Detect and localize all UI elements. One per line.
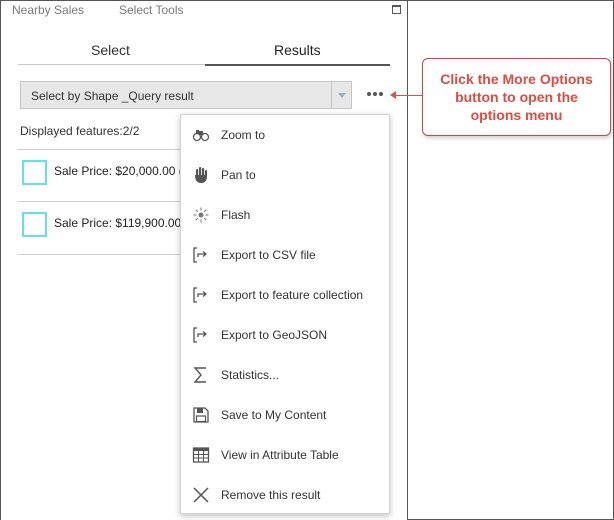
close-x-icon (193, 487, 209, 503)
feature-symbol-swatch (22, 160, 47, 185)
ellipsis-dot-icon (379, 92, 383, 96)
callout-connector-line (395, 95, 423, 96)
menu-item-remove-result[interactable]: Remove this result (181, 475, 389, 515)
menu-item-label: Zoom to (221, 128, 266, 142)
flash-icon (193, 207, 209, 223)
menu-item-export-geojson[interactable]: Export to GeoJSON (181, 315, 389, 355)
menu-item-pan-to[interactable]: Pan to (181, 155, 389, 195)
dropdown-divider (331, 82, 332, 108)
panel-title-bar: Nearby Sales Select Tools (1, 1, 407, 21)
menu-item-label: Remove this result (221, 488, 321, 502)
menu-item-label: Export to feature collection (221, 288, 364, 302)
menu-item-view-attribute-table[interactable]: View in Attribute Table (181, 435, 389, 475)
more-options-button[interactable] (365, 87, 387, 101)
menu-item-export-csv[interactable]: Export to CSV file (181, 235, 389, 275)
table-icon (192, 447, 210, 463)
result-item-label: Sale Price: $119,900.00 (54, 216, 182, 230)
divider (18, 254, 190, 255)
tab-bar: Select Results (18, 39, 390, 66)
feature-symbol-swatch (22, 212, 47, 237)
ellipsis-dot-icon (373, 92, 377, 96)
menu-item-label: Export to CSV file (221, 248, 316, 262)
menu-item-label: Pan to (221, 168, 256, 182)
title-tab-select-tools[interactable]: Select Tools (119, 3, 183, 17)
menu-item-save-to-my-content[interactable]: Save to My Content (181, 395, 389, 435)
export-icon (193, 247, 208, 263)
menu-item-label: Export to GeoJSON (221, 328, 328, 342)
sigma-icon (193, 367, 206, 383)
result-item[interactable]: Sale Price: $20,000.00 ( (18, 150, 188, 200)
menu-item-label: Save to My Content (221, 408, 327, 422)
title-tab-nearby-sales[interactable]: Nearby Sales (12, 3, 84, 17)
result-item[interactable]: Sale Price: $119,900.00 (18, 202, 188, 252)
callout-arrow-icon (390, 91, 396, 99)
pan-hand-icon (195, 167, 207, 183)
menu-item-export-feature-collection[interactable]: Export to feature collection (181, 275, 389, 315)
result-layer-select-value: Select by Shape _Query result (31, 89, 194, 103)
annotation-callout: Click the More Options button to open th… (422, 58, 611, 136)
callout-text: Click the More Options button to open th… (440, 71, 593, 123)
widget-panel: Nearby Sales Select Tools Select Results… (1, 1, 408, 520)
zoom-to-icon (192, 130, 210, 142)
menu-item-label: View in Attribute Table (221, 448, 339, 462)
menu-item-flash[interactable]: Flash (181, 195, 389, 235)
menu-item-zoom-to[interactable]: Zoom to (181, 115, 389, 155)
active-tab-indicator (205, 64, 390, 66)
save-disk-icon (193, 407, 209, 423)
maximize-icon[interactable] (392, 5, 401, 14)
menu-item-label: Flash (221, 208, 251, 222)
ellipsis-dot-icon (367, 92, 371, 96)
tab-select[interactable]: Select (91, 42, 130, 58)
result-item-label: Sale Price: $20,000.00 ( (54, 164, 183, 178)
options-menu: Zoom to Pan to Flash Export to CSV file … (180, 114, 390, 514)
menu-item-statistics[interactable]: Statistics... (181, 355, 389, 395)
displayed-features-count: Displayed features:2/2 (20, 124, 140, 138)
menu-item-label: Statistics... (221, 368, 280, 382)
chevron-down-icon[interactable] (338, 93, 346, 98)
tab-results[interactable]: Results (274, 42, 321, 58)
export-icon (193, 327, 208, 343)
export-icon (193, 287, 208, 303)
result-layer-select[interactable]: Select by Shape _Query result (20, 81, 352, 109)
